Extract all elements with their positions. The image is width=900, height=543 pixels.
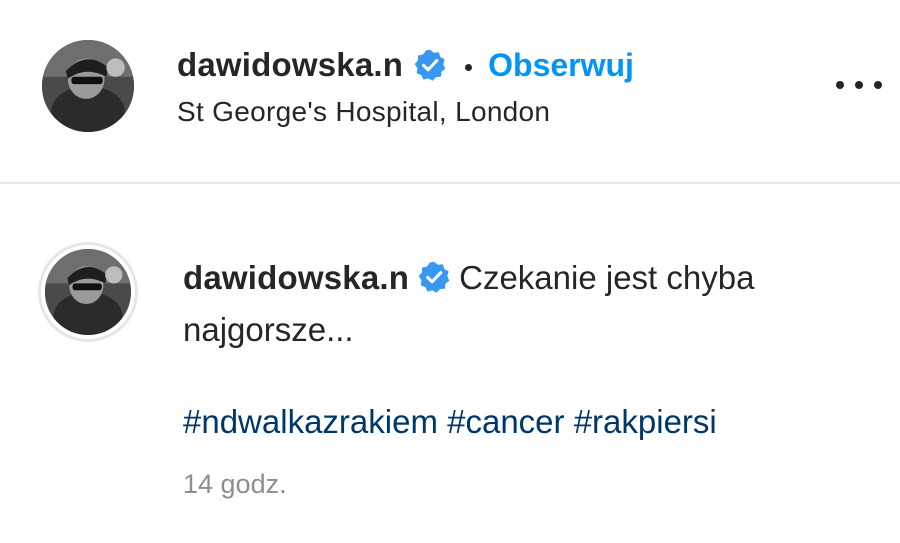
follow-button[interactable]: Obserwuj	[488, 47, 634, 84]
avatar-photo-frame	[45, 249, 131, 335]
verified-badge-icon	[417, 260, 451, 294]
hashtag-link[interactable]: #ndwalkazrakiem	[183, 403, 438, 440]
avatar-photo	[45, 249, 131, 335]
more-dot	[874, 81, 882, 89]
caption-author-avatar[interactable]	[38, 242, 138, 342]
post-timestamp[interactable]: 14 godz.	[183, 469, 873, 500]
hashtag-link[interactable]: #rakpiersi	[574, 403, 717, 440]
more-dot	[855, 81, 863, 89]
separator-dot	[465, 63, 473, 71]
caption-body: dawidowska.n Czekanie jest chyba najgors…	[183, 252, 873, 500]
instagram-post-panel: dawidowska.n Obserwuj St George's Hospit…	[0, 0, 900, 543]
caption-username[interactable]: dawidowska.n	[183, 259, 409, 296]
author-avatar[interactable]	[42, 40, 134, 132]
author-username[interactable]: dawidowska.n	[177, 46, 403, 84]
post-location[interactable]: St George's Hospital, London	[177, 96, 817, 128]
more-options-icon[interactable]	[836, 70, 882, 100]
name-row: dawidowska.n Obserwuj	[177, 42, 817, 88]
hashtag-link[interactable]: #cancer	[447, 403, 564, 440]
avatar-photo	[42, 40, 134, 132]
caption-section: dawidowska.n Czekanie jest chyba najgors…	[0, 184, 900, 543]
post-header: dawidowska.n Obserwuj St George's Hospit…	[0, 0, 900, 184]
verified-badge-icon	[413, 48, 447, 82]
hashtag-list: #ndwalkazrakiem #cancer #rakpiersi	[183, 403, 873, 441]
header-text: dawidowska.n Obserwuj St George's Hospit…	[177, 42, 817, 128]
more-dot	[836, 81, 844, 89]
caption-text-block: dawidowska.n Czekanie jest chyba najgors…	[183, 252, 873, 356]
